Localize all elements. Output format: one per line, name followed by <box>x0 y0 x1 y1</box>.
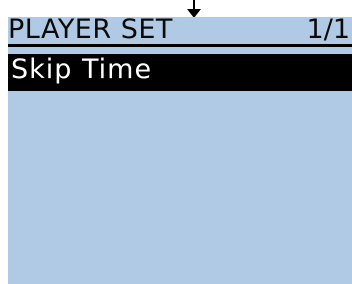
page-indicator: 1/1 <box>306 17 350 45</box>
title-bar: PLAYER SET 1/1 <box>8 17 352 47</box>
lcd-screen: PLAYER SET 1/1 Skip Time <box>8 17 352 284</box>
menu-item-skip-time[interactable]: Skip Time <box>8 54 352 91</box>
menu-item-label: Skip Time <box>11 54 153 85</box>
page-title: PLAYER SET <box>8 17 173 45</box>
